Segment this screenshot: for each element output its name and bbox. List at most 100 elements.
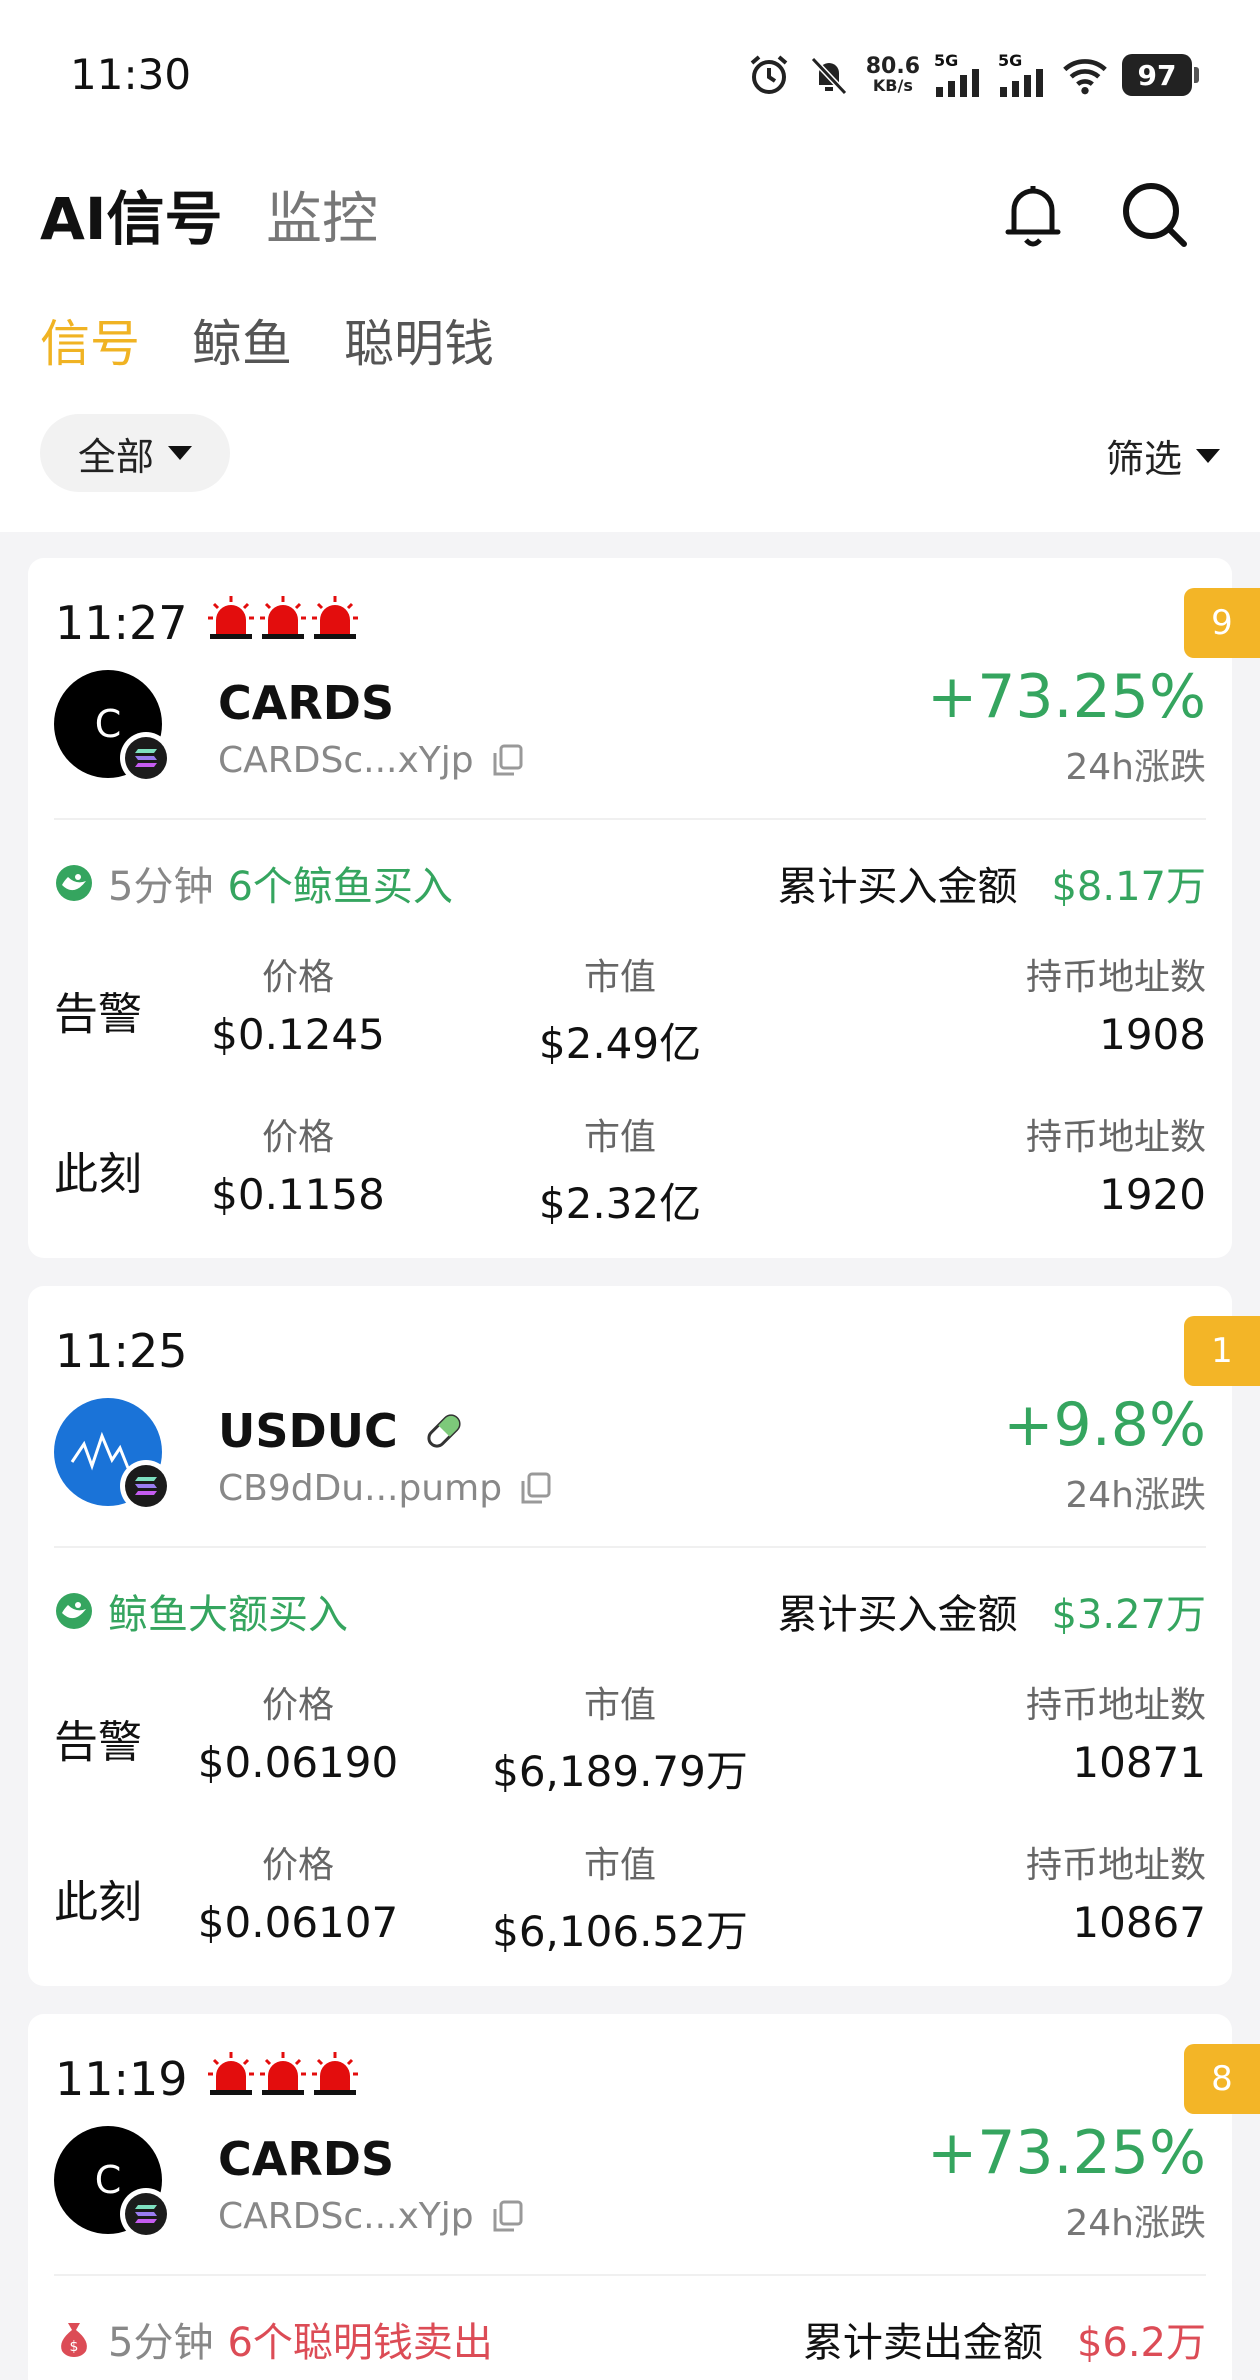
now-row-label: 此刻 [54, 1149, 142, 1200]
siren-icon [208, 596, 254, 639]
alarm-icon [746, 52, 792, 98]
solana-chain-icon [120, 2188, 172, 2240]
signal-card[interactable]: 11:27 9 C CARDS CARDSc...xYjp +73.25% 24… [28, 558, 1260, 1258]
net-speed-unit: KB/s [872, 76, 913, 95]
signal-2: 5G [998, 53, 1048, 97]
filter-row: 全部 筛选 [40, 414, 1220, 494]
tab-whale[interactable]: 鲸鱼 [192, 304, 292, 376]
event-text: 鲸鱼大额买入 [108, 1592, 348, 1638]
all-dropdown[interactable]: 全部 [40, 414, 230, 492]
holders-col-label: 持币地址数 [1025, 1117, 1206, 1158]
event-line: 5分钟 6个鲸鱼买入 [54, 854, 453, 912]
price-col-label: 价格 [261, 1685, 334, 1726]
money-bag-icon: $ [61, 2323, 87, 2357]
alert-mcap-value: $2.49亿 [538, 1019, 702, 1068]
price-col-label: 价格 [261, 957, 334, 998]
siren-icon [208, 2052, 254, 2095]
alert-holders: 持币地址数 1908 [886, 948, 1206, 1059]
total-amount: 累计卖出金额 $6.2万 [803, 2310, 1206, 2368]
now-holders: 持币地址数 10867 [886, 1836, 1206, 1947]
copy-icon[interactable] [492, 744, 524, 778]
copy-icon[interactable] [492, 2200, 524, 2234]
filter-button-label: 筛选 [1105, 437, 1182, 481]
mcap-col-label: 市值 [583, 957, 656, 998]
holders-col-label: 持币地址数 [1025, 1685, 1206, 1726]
now-price: 价格 $0.1158 [168, 1108, 428, 1219]
price-col-label: 价格 [261, 1845, 334, 1886]
whale-icon [56, 865, 92, 901]
signal-1: 5G [934, 53, 984, 97]
tab-smart-money[interactable]: 聪明钱 [344, 304, 494, 376]
rank-badge: 8 [1184, 2044, 1260, 2114]
price-change-label: 24h涨跌 [1065, 2203, 1206, 2244]
siren-icon [312, 2052, 358, 2095]
token-avatar: C [54, 670, 172, 784]
svg-text:$: $ [70, 2339, 79, 2355]
token-name[interactable]: CARDS [218, 676, 394, 730]
token-name[interactable]: USDUC [218, 1404, 466, 1458]
divider [54, 818, 1206, 820]
token-address: CB9dDu...pump [218, 1468, 552, 1509]
search-icon[interactable] [1120, 180, 1190, 250]
tab-signal[interactable]: 信号 [40, 304, 140, 376]
price-change-label: 24h涨跌 [1065, 1475, 1206, 1516]
rank-badge: 1 [1184, 1316, 1260, 1386]
now-mcap: 市值 $2.32亿 [490, 1108, 750, 1231]
total-label: 累计买入金额 [777, 1592, 1018, 1638]
solana-chain-icon [120, 732, 172, 784]
now-price: 价格 $0.06107 [168, 1836, 428, 1947]
token-name[interactable]: CARDS [218, 2132, 394, 2186]
filter-button[interactable]: 筛选 [1106, 428, 1220, 483]
caret-down-icon [1196, 448, 1220, 463]
copy-icon[interactable] [520, 1472, 552, 1506]
signal-card[interactable]: 11:19 8 C CARDS CARDSc...xYjp +73.25% 24… [28, 2014, 1260, 2380]
status-icons: 80.6 KB/s 5G 5G 97 [746, 52, 1199, 98]
mcap-col-label: 市值 [583, 1117, 656, 1158]
now-holders-value: 1920 [1099, 1170, 1206, 1219]
alert-holders: 持币地址数 10871 [886, 1676, 1206, 1787]
event-duration: 5分钟 [108, 2320, 214, 2366]
token-name-text: CARDS [218, 676, 395, 730]
total-value: $3.27万 [1051, 1592, 1206, 1638]
total-value: $6.2万 [1076, 2320, 1206, 2366]
top-panel: 11:30 80.6 KB/s 5G 5G 97 AI信号 监控 信号 鲸鱼 聪… [0, 0, 1260, 532]
alert-holders-value: 10871 [1072, 1738, 1206, 1787]
signal-2-label: 5G [998, 51, 1023, 70]
alert-row-label: 告警 [54, 989, 142, 1040]
rank-badge: 9 [1184, 588, 1260, 658]
event-line: 鲸鱼大额买入 [54, 1582, 348, 1640]
holders-col-label: 持币地址数 [1025, 957, 1206, 998]
alert-price: 价格 $0.06190 [168, 1676, 428, 1787]
wifi-icon [1062, 52, 1108, 98]
now-row-label: 此刻 [54, 1877, 142, 1928]
monitor-tab[interactable]: 监控 [266, 174, 378, 255]
signal-tabs: 信号 鲸鱼 聪明钱 [40, 304, 494, 376]
price-col-label: 价格 [261, 1117, 334, 1158]
siren-icon [260, 596, 306, 639]
token-address-text: CB9dDu...pump [218, 1468, 503, 1509]
siren-icon [312, 596, 358, 639]
mcap-col-label: 市值 [583, 1685, 656, 1726]
divider [54, 2274, 1206, 2276]
price-change: +73.25% [926, 2118, 1206, 2188]
signal-bars-icon [936, 69, 979, 97]
token-avatar: C [54, 2126, 172, 2240]
token-address-text: CARDSc...xYjp [218, 2196, 474, 2237]
event-duration: 5分钟 [108, 864, 214, 910]
bell-icon[interactable] [1000, 180, 1066, 250]
now-mcap: 市值 $6,106.52万 [460, 1836, 780, 1959]
alert-price: 价格 $0.1245 [168, 948, 428, 1059]
signal-card[interactable]: 11:25 1 USDUC CB9dDu...pump +9.8% 24h涨跌 … [28, 1286, 1260, 1986]
app-header: AI信号 监控 [0, 160, 1260, 260]
siren-icons [206, 2050, 360, 2098]
status-bar: 11:30 80.6 KB/s 5G 5G 97 [0, 0, 1260, 150]
mute-bell-icon [806, 52, 852, 98]
status-time: 11:30 [70, 50, 192, 99]
price-change-label: 24h涨跌 [1065, 747, 1206, 788]
total-label: 累计卖出金额 [802, 2320, 1043, 2366]
total-amount: 累计买入金额 $3.27万 [777, 1582, 1206, 1640]
alert-mcap-value: $6,189.79万 [492, 1747, 748, 1796]
page-title[interactable]: AI信号 [40, 172, 222, 256]
price-change: +73.25% [926, 662, 1206, 732]
signal-bars-icon [1000, 69, 1043, 97]
